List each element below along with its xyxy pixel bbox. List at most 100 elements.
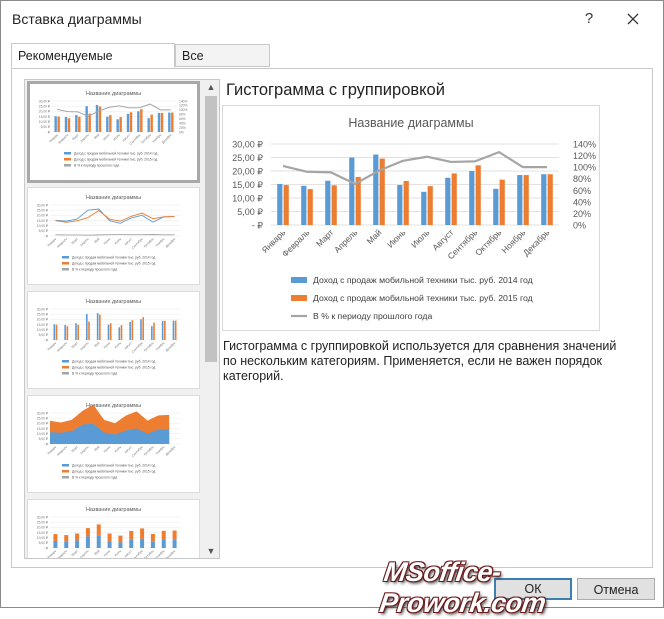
thumbnail-bar: [140, 528, 145, 539]
thumbnail-legend-swatch: [64, 158, 71, 161]
thumbnail-bar: [57, 116, 60, 132]
thumbnail-tick: 140%: [179, 99, 188, 103]
thumbnail-legend-swatch: [62, 372, 69, 375]
thumbnail-tick: 120%: [179, 104, 188, 108]
x-tick-label: Апрель: [332, 227, 360, 255]
thumbnail-bar: [172, 539, 177, 548]
thumbnail-chart-svg: Название диаграммы30,00 ₽25,00 ₽20,00 ₽1…: [37, 299, 180, 376]
thumbnail-x-label: Июнь: [103, 341, 112, 350]
x-tick-label: Июнь: [385, 227, 408, 250]
thumbnail-bar: [107, 533, 112, 542]
thumbnail-bar: [150, 533, 155, 542]
thumbnail-tick: 5,00 ₽: [39, 541, 48, 545]
scroll-down-arrow-icon[interactable]: ▼: [203, 544, 219, 558]
thumbnail-x-label: Сентябрь: [129, 133, 142, 146]
thumbnail-x-label: Июнь: [103, 237, 112, 246]
thumbnail-bar: [75, 323, 77, 340]
y-right-tick-label: 120%: [573, 151, 596, 161]
thumbnail-tick: 20,00 ₽: [37, 214, 48, 218]
close-button[interactable]: [621, 7, 645, 31]
thumbnail-bar: [150, 541, 155, 548]
chart-thumbnail[interactable]: Название диаграммы 30,00 ₽25,00 ₽20,00 ₽1…: [27, 187, 200, 285]
main-chart-svg: Название диаграммы 30,00 ₽ 25,00 ₽ 20,00 ₽ 1…: [232, 116, 596, 321]
thumbnail-tick: 30,00 ₽: [37, 203, 48, 207]
thumbnail-x-label: Октябрь: [143, 237, 155, 249]
bar-2: [523, 175, 529, 225]
thumbnail-x-label: Декабрь: [165, 237, 177, 249]
thumbnail-x-label: Март: [71, 133, 80, 142]
tab-recommended[interactable]: Рекомендуемые диаграммы: [11, 43, 175, 88]
thumbnail-scrollbar[interactable]: ▲ ▼: [203, 80, 219, 558]
thumbnail-x-label: Май: [93, 237, 100, 244]
thumbnail-legend-label: Доход с продаж мобильной техники тыс. ру…: [72, 256, 155, 260]
thumbnail-x-label: Апрель: [79, 133, 90, 144]
thumbnail-legend-label: Доход с продаж мобильной техники тыс. ру…: [72, 366, 155, 370]
thumbnail-bar: [78, 116, 81, 132]
thumbnail-bar: [172, 530, 177, 540]
thumbnail-bar: [67, 118, 71, 132]
y-right-tick-label: 40%: [573, 197, 591, 207]
scroll-up-arrow-icon[interactable]: ▲: [203, 80, 219, 94]
thumbnail-bar: [131, 320, 134, 340]
bar-2: [499, 179, 505, 225]
thumbnail-bar: [172, 320, 175, 340]
thumbnail-legend-label: Доход с продаж мобильной техники тыс. ру…: [74, 152, 157, 156]
thumbnail-bar: [126, 113, 130, 132]
thumbnail-title: Название диаграммы: [86, 195, 141, 201]
thumbnail-chart-svg: Название диаграммы30,00 ₽25,00 ₽20,00 ₽1…: [37, 195, 180, 272]
thumbnail-bar: [164, 320, 166, 340]
thumbnail-bar: [85, 106, 88, 132]
bar-2: [451, 173, 457, 225]
thumbnail-bar: [96, 524, 101, 536]
thumbnail-tick: - ₽: [44, 338, 48, 342]
thumbnail-legend-swatch: [62, 360, 69, 363]
chart-thumbnail[interactable]: Название диаграммы 30,00 ₽25,00 ₽20,00 ₽1…: [27, 81, 200, 183]
thumbnail-x-label: Март: [71, 341, 80, 350]
bar-2: [475, 165, 481, 225]
thumbnail-tick: - ₽: [44, 442, 48, 446]
bar-2: [403, 180, 409, 225]
thumbnail-x-label: Февраль: [56, 445, 68, 457]
thumbnail-bar: [129, 530, 134, 540]
thumbnail-bar: [129, 321, 131, 340]
help-button[interactable]: ?: [578, 8, 600, 30]
chart-thumbnail[interactable]: Название диаграммы 30,00 ₽25,00 ₽20,00 ₽1…: [27, 499, 200, 559]
thumbnail-x-label: Май: [93, 445, 100, 452]
thumbnail-x-label: Март: [71, 237, 80, 246]
thumbnail-legend-swatch: [62, 268, 69, 271]
x-tick-label: Май: [365, 227, 384, 246]
thumbnail-tick: 15,00 ₽: [37, 427, 48, 431]
thumbnail-bar: [107, 541, 112, 548]
thumbnail-tick: 10,00 ₽: [39, 120, 50, 124]
thumbnail-tick: 10,00 ₽: [37, 536, 48, 540]
y-left-tick-label: - ₽: [252, 221, 263, 231]
legend-swatch: [291, 277, 307, 283]
scrollbar-thumb[interactable]: [205, 96, 217, 362]
thumbnail-bar: [168, 112, 171, 132]
thumbnail-bar: [120, 325, 123, 340]
thumbnail-tick: 25,00 ₽: [37, 520, 48, 524]
chart-thumbnail[interactable]: Название диаграммы 30,00 ₽25,00 ₽20,00 ₽1…: [27, 395, 200, 493]
thumbnail-bar: [153, 322, 155, 340]
thumbnail-bar: [88, 321, 90, 340]
thumbnail-legend-label: Доход с продаж мобильной техники тыс. ру…: [72, 470, 155, 474]
thumbnail-bar: [147, 118, 150, 132]
thumbnail-line: [57, 103, 171, 117]
thumbnail-tick: 20,00 ₽: [37, 526, 48, 530]
y-left-tick-label: 5,00 ₽: [237, 207, 263, 217]
thumbnail-tick: 25,00 ₽: [37, 208, 48, 212]
thumbnail-title: Название диаграммы: [86, 299, 141, 305]
thumbnail-x-label: Октябрь: [143, 549, 155, 559]
thumbnail-bar: [64, 117, 68, 132]
thumbnail-x-label: Апрель: [79, 445, 90, 456]
thumbnail-bar: [174, 320, 177, 340]
thumbnail-x-label: Июнь: [102, 133, 111, 142]
tab-all-charts[interactable]: Все диаграммы: [175, 44, 270, 86]
bar-1: [421, 191, 427, 225]
chart-thumbnail[interactable]: Название диаграммы 30,00 ₽25,00 ₽20,00 ₽1…: [27, 291, 200, 389]
y-right-tick-label: 80%: [573, 174, 591, 184]
thumbnail-bar: [140, 538, 145, 548]
close-icon: [627, 13, 639, 25]
thumbnail-x-label: Декабрь: [165, 445, 177, 457]
thumbnail-bar: [118, 542, 123, 548]
